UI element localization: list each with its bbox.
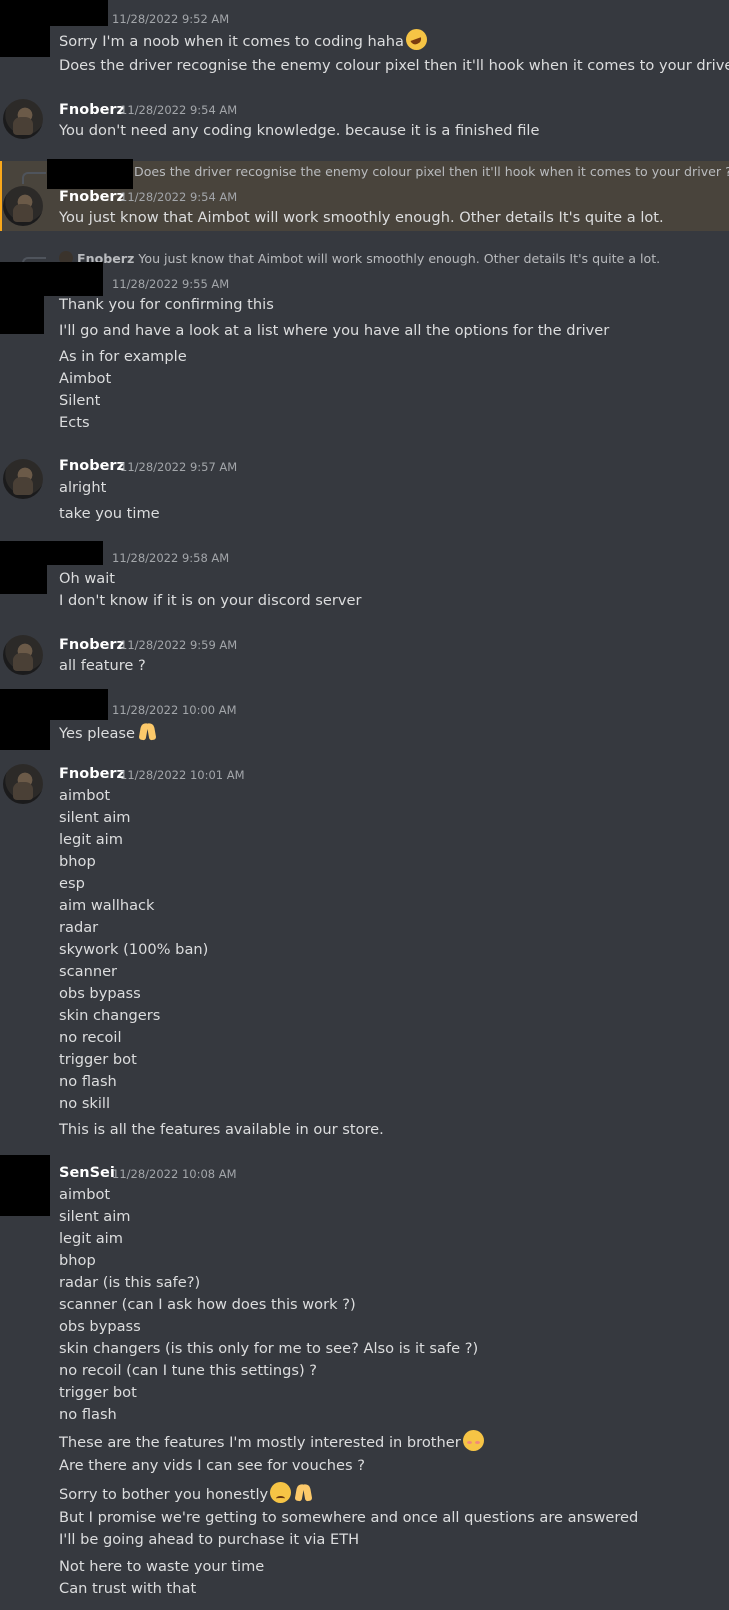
message-line: skin changers	[59, 1007, 161, 1024]
message-text: These are the features I'm mostly intere…	[59, 1434, 461, 1451]
message-line: radar (is this safe?)	[59, 1274, 201, 1291]
message-line: As in for example	[59, 348, 187, 365]
reply-preview[interactable]: Does the driver recognise the enemy colo…	[134, 164, 729, 180]
avatar[interactable]	[3, 99, 43, 139]
message-line: no recoil	[59, 1029, 122, 1046]
message-timestamp: 11/28/2022 9:52 AM	[112, 12, 230, 26]
message-text: Sorry I'm a noob when it comes to coding…	[59, 33, 404, 50]
avatar[interactable]	[3, 459, 43, 499]
message-line: obs bypass	[59, 1318, 141, 1335]
message-line: no skill	[59, 1095, 111, 1112]
username[interactable]: Fnoberz	[59, 188, 125, 206]
message-line: legit aim	[59, 831, 123, 848]
message-timestamp: 11/28/2022 9:54 AM	[120, 103, 238, 117]
message-line: Aimbot	[59, 370, 112, 387]
message-line: Does the driver recognise the enemy colo…	[59, 57, 729, 74]
message-line: scanner (can I ask how does this work ?)	[59, 1296, 356, 1313]
message-text: Yes please	[59, 725, 136, 742]
message-line: These are the features I'm mostly intere…	[59, 1430, 484, 1453]
username[interactable]: SenSei	[59, 1164, 115, 1182]
redacted-avatar	[0, 18, 50, 57]
message-line: Thank you for confirming this	[59, 296, 274, 313]
message-line: Not here to waste your time	[59, 1558, 265, 1575]
message-line: bhop	[59, 853, 96, 870]
message-line: trigger bot	[59, 1051, 137, 1068]
message-line: Silent	[59, 392, 101, 409]
message-line: Yes please	[59, 721, 158, 744]
username[interactable]: Fnoberz	[59, 765, 125, 783]
message-line: all feature ?	[59, 657, 146, 674]
message-line: I'll be going ahead to purchase it via E…	[59, 1531, 360, 1548]
redacted-reply-author	[47, 159, 133, 189]
message-line: take you time	[59, 505, 160, 522]
message-line: obs bypass	[59, 985, 141, 1002]
message-line: silent aim	[59, 809, 131, 826]
message-line: trigger bot	[59, 1384, 137, 1401]
message-line: I don't know if it is on your discord se…	[59, 592, 362, 609]
message-line: Are there any vids I can see for vouches…	[59, 1457, 365, 1474]
message-line: radar	[59, 919, 99, 936]
message-line: aimbot	[59, 1186, 111, 1203]
message-line: legit aim	[59, 1230, 123, 1247]
smiling-face-emoji	[462, 1430, 484, 1451]
avatar[interactable]	[3, 186, 43, 226]
message-line: esp	[59, 875, 85, 892]
message-line: no recoil (can I tune this settings) ?	[59, 1362, 318, 1379]
message-timestamp: 11/28/2022 10:00 AM	[112, 703, 237, 717]
message-line: silent aim	[59, 1208, 131, 1225]
message-line: Sorry to bother you honestly	[59, 1482, 314, 1505]
pray-emoji	[137, 721, 158, 742]
username[interactable]: Fnoberz	[59, 457, 125, 475]
redacted-avatar	[0, 541, 47, 594]
avatar[interactable]	[3, 635, 43, 675]
message-timestamp: 11/28/2022 10:01 AM	[120, 768, 245, 782]
disappointed-face-emoji	[270, 1482, 292, 1503]
message-line: skywork (100% ban)	[59, 941, 209, 958]
message-line: But I promise we're getting to somewhere…	[59, 1509, 639, 1526]
reply-connector	[22, 172, 46, 184]
reply-preview[interactable]: Fnoberz You just know that Aimbot will w…	[59, 251, 660, 267]
reply-text: You just know that Aimbot will work smoo…	[138, 251, 661, 266]
message-line: Ects	[59, 414, 90, 431]
message-timestamp: 11/28/2022 10:08 AM	[112, 1167, 237, 1181]
message-line: Sorry I'm a noob when it comes to coding…	[59, 29, 427, 52]
avatar[interactable]	[3, 764, 43, 804]
redacted-avatar	[0, 262, 44, 334]
username[interactable]: Fnoberz	[59, 101, 125, 119]
message-line: You don't need any coding knowledge. bec…	[59, 122, 540, 139]
message-line: alright	[59, 479, 107, 496]
message-timestamp: 11/28/2022 9:57 AM	[120, 460, 238, 474]
message-line: no flash	[59, 1073, 117, 1090]
message-timestamp: 11/28/2022 9:55 AM	[112, 277, 230, 291]
message-line: Can trust with that	[59, 1580, 197, 1597]
message-line: bhop	[59, 1252, 96, 1269]
mention-bar	[0, 161, 2, 231]
rofl-emoji	[405, 29, 427, 50]
pray-emoji	[293, 1482, 314, 1503]
message-line: aimbot	[59, 787, 111, 804]
message-line: Oh wait	[59, 570, 116, 587]
message-line: aim wallhack	[59, 897, 155, 914]
message-text: Sorry to bother you honestly	[59, 1486, 269, 1503]
message-timestamp: 11/28/2022 9:58 AM	[112, 551, 230, 565]
message-line: scanner	[59, 963, 118, 980]
message-line: I'll go and have a look at a list where …	[59, 322, 610, 339]
message-timestamp: 11/28/2022 9:59 AM	[120, 638, 238, 652]
message-line: skin changers (is this only for me to se…	[59, 1340, 479, 1357]
redacted-avatar	[0, 1155, 50, 1216]
message-timestamp: 11/28/2022 9:54 AM	[120, 190, 238, 204]
message-line: no flash	[59, 1406, 117, 1423]
message-line: This is all the features available in ou…	[59, 1121, 384, 1138]
username[interactable]: Fnoberz	[59, 636, 125, 654]
redacted-avatar	[0, 689, 50, 750]
message-line: You just know that Aimbot will work smoo…	[59, 209, 664, 226]
